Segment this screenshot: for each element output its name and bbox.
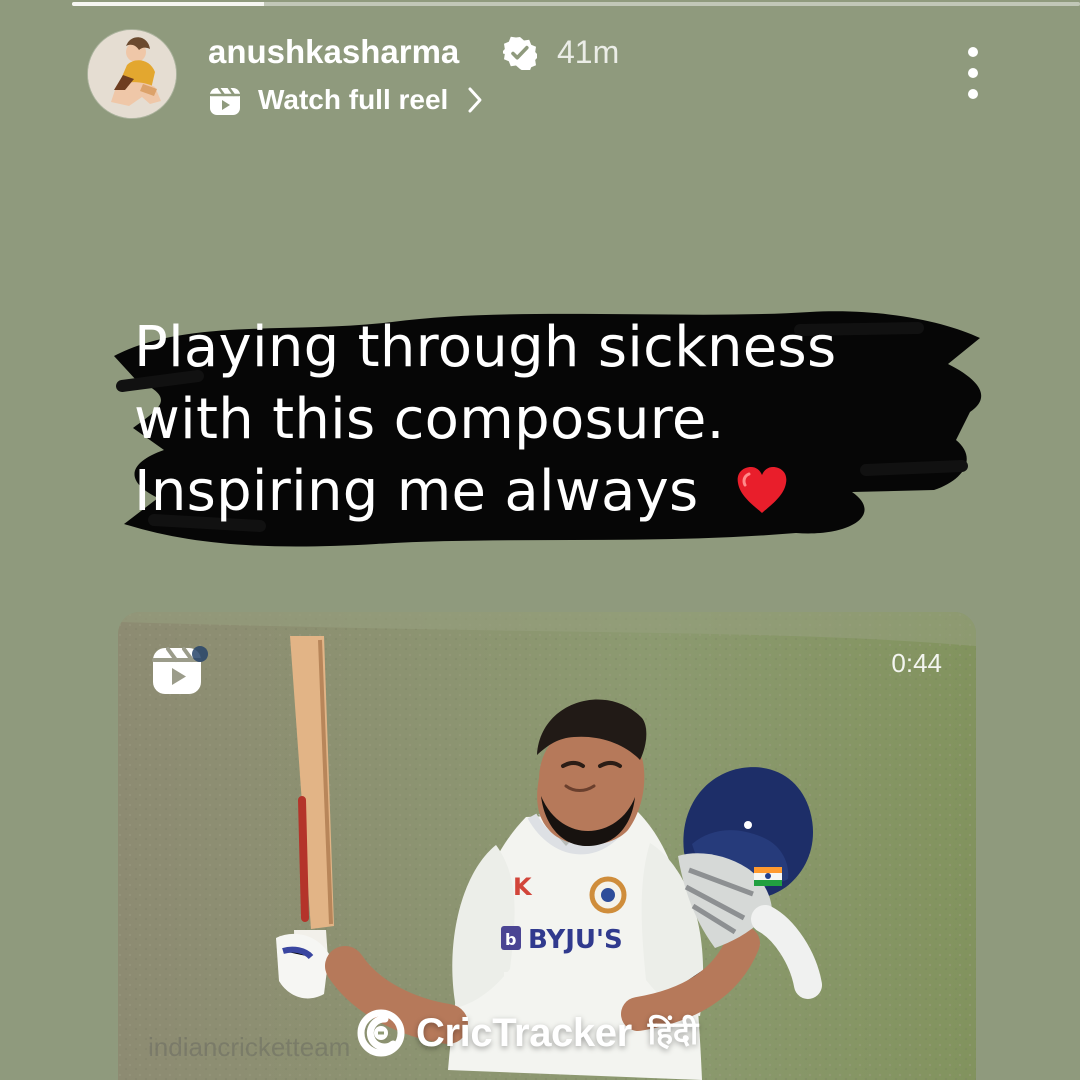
caption-line-3-text: Inspiring me always [134,459,699,524]
verified-badge-icon [503,36,537,70]
reels-icon [152,646,208,694]
chevron-right-icon [468,87,482,113]
caption-text: Playing through sickness with this compo… [134,312,984,528]
avatar[interactable] [88,30,176,118]
reels-icon [209,86,241,115]
watch-full-reel-label: Watch full reel [258,84,449,115]
video-duration: 0:44 [891,648,942,678]
story-caption: Playing through sickness with this compo… [106,300,996,560]
post-time: 41m [557,34,620,70]
username[interactable]: anushkasharma [208,32,459,72]
crictracker-watermark: CricTracker हिंदी [356,1004,698,1062]
crictracker-logo-icon [357,1009,405,1057]
watch-full-reel-link[interactable]: Watch full reel [208,79,484,121]
caption-line-3: Inspiring me always [134,456,984,528]
watermark-language: हिंदी [647,1014,699,1052]
story-header: anushkasharma 41m Watch full reel [88,28,1048,128]
caption-line-1: Playing through sickness [134,315,837,380]
video-source-handle: indiancricketteam [148,1032,351,1062]
jersey-sponsor-text: BYJU'S [528,925,623,955]
svg-text:K: K [513,873,533,901]
watermark-brand: CricTracker [416,1011,632,1055]
more-vertical-icon[interactable] [956,44,990,102]
story-progress-bar [72,2,1080,6]
heart-icon [737,467,786,513]
caption-line-2: with this composure. [134,387,725,452]
svg-text:b: b [505,930,516,949]
story-progress-fill [72,2,264,6]
